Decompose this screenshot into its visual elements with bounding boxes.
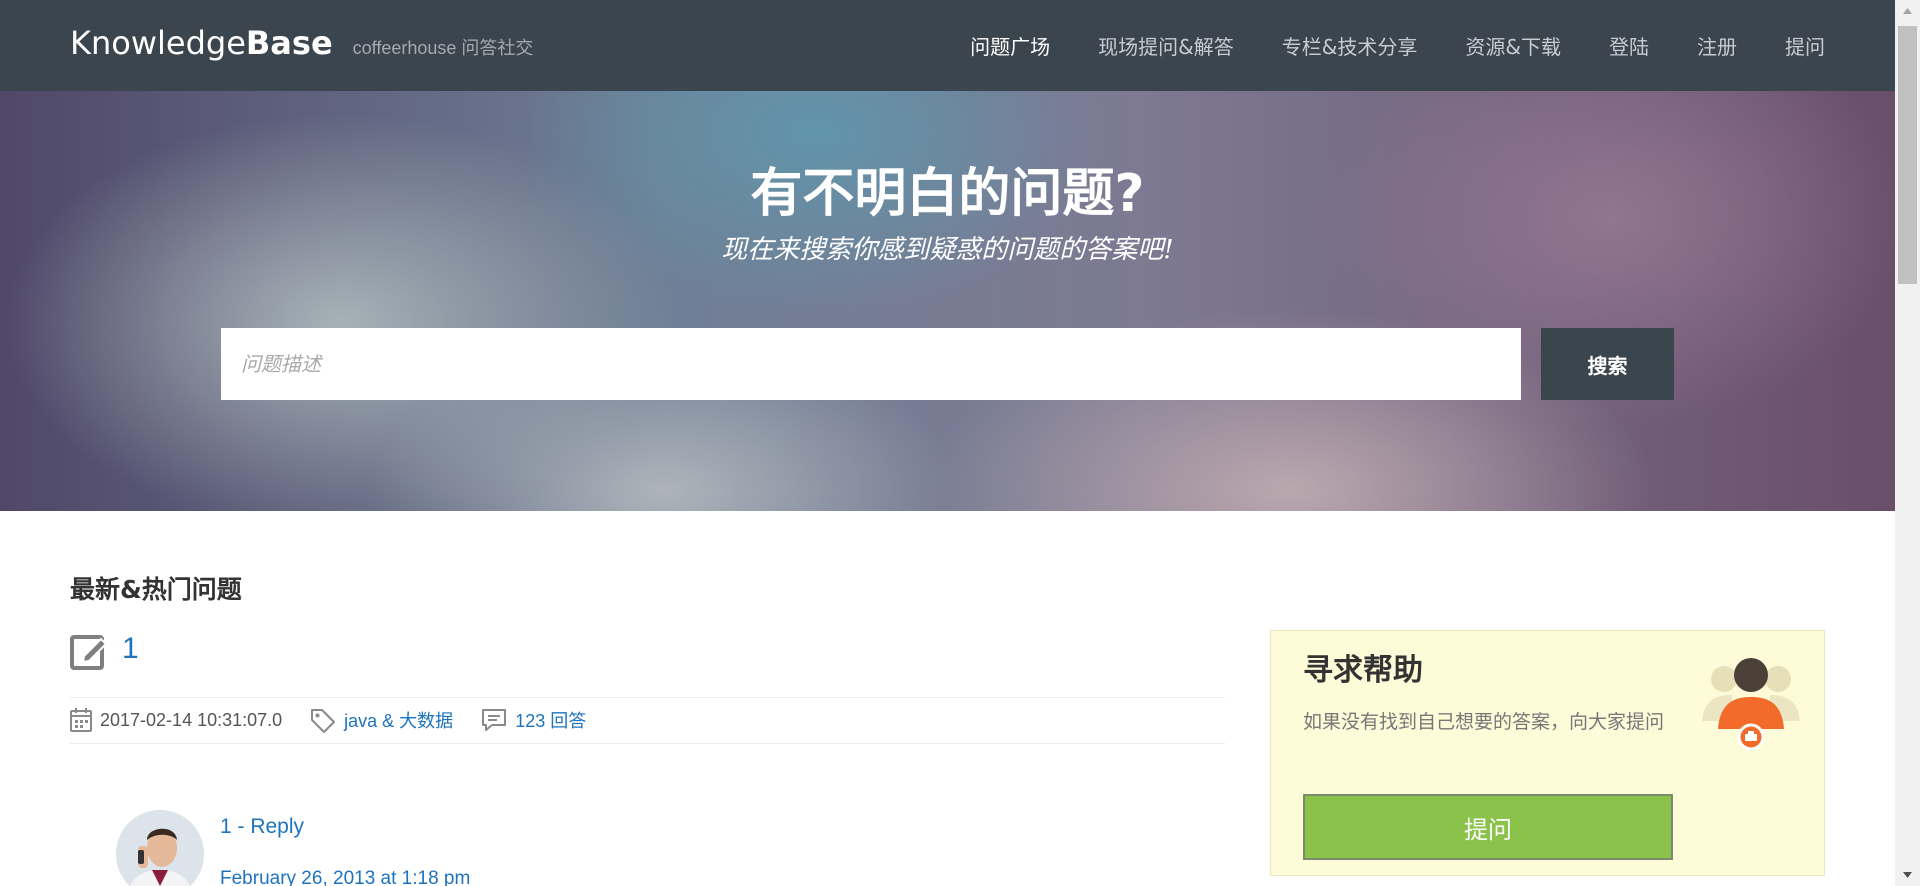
reply-author[interactable]: 1 - Reply bbox=[220, 815, 304, 839]
help-title: 寻求帮助 bbox=[1303, 653, 1423, 688]
hero-title: 有不明白的问题? bbox=[750, 164, 1145, 224]
divider bbox=[70, 743, 1225, 744]
nav-ask[interactable]: 提问 bbox=[1761, 31, 1825, 60]
user-photo-icon bbox=[116, 810, 204, 886]
scrollbar-thumb[interactable] bbox=[1898, 26, 1917, 284]
reply-date[interactable]: February 26, 2013 at 1:18 pm bbox=[220, 868, 470, 886]
nav-question-square[interactable]: 问题广场 bbox=[946, 31, 1074, 60]
question-date: 2017-02-14 10:31:07.0 bbox=[70, 708, 282, 732]
nav-login[interactable]: 登陆 bbox=[1585, 31, 1673, 60]
comment-icon bbox=[482, 709, 507, 731]
question-meta: 2017-02-14 10:31:07.0 java & 大数据 123 回答 bbox=[70, 706, 614, 734]
scroll-down-arrow-icon[interactable] bbox=[1895, 864, 1920, 886]
divider bbox=[70, 697, 1225, 698]
nav-columns-tech[interactable]: 专栏&技术分享 bbox=[1258, 31, 1442, 60]
help-description: 如果没有找到自己想要的答案，向大家提问 bbox=[1303, 711, 1665, 733]
page-scrollbar[interactable] bbox=[1895, 0, 1920, 886]
question-title[interactable]: 1 bbox=[122, 632, 139, 666]
brand-name: KnowledgeBase bbox=[70, 24, 333, 62]
nav-register[interactable]: 注册 bbox=[1673, 31, 1761, 60]
nav-live-qa[interactable]: 现场提问&解答 bbox=[1074, 31, 1258, 60]
ask-question-button[interactable]: 提问 bbox=[1303, 794, 1673, 860]
support-people-icon bbox=[1702, 658, 1800, 751]
section-title: 最新&热门问题 bbox=[70, 575, 242, 604]
question-answers: 123 回答 bbox=[481, 707, 586, 733]
question-tags: java & 大数据 bbox=[310, 707, 453, 733]
avatar bbox=[116, 810, 204, 886]
main-nav: 问题广场 现场提问&解答 专栏&技术分享 资源&下载 登陆 注册 提问 bbox=[946, 0, 1825, 91]
hero-subtitle: 现在来搜索你感到疑惑的问题的答案吧! bbox=[721, 235, 1174, 265]
calendar-icon bbox=[70, 708, 92, 732]
answers-link[interactable]: 123 回答 bbox=[515, 707, 586, 733]
search-input[interactable] bbox=[221, 328, 1521, 400]
search-button[interactable]: 搜索 bbox=[1541, 328, 1674, 400]
hero-banner: 有不明白的问题? 现在来搜索你感到疑惑的问题的答案吧! 搜索 bbox=[0, 91, 1895, 511]
edit-icon bbox=[70, 635, 108, 670]
tag-icon bbox=[311, 709, 336, 733]
help-widget: 寻求帮助 如果没有找到自己想要的答案，向大家提问 提问 bbox=[1270, 630, 1825, 876]
top-navbar: KnowledgeBase coffeerhouse 问答社交 问题广场 现场提… bbox=[0, 0, 1895, 91]
site-tagline: coffeerhouse 问答社交 bbox=[352, 38, 534, 58]
nav-resources[interactable]: 资源&下载 bbox=[1441, 31, 1585, 60]
tag-link[interactable]: java & 大数据 bbox=[344, 707, 453, 733]
site-logo[interactable]: KnowledgeBase coffeerhouse 问答社交 bbox=[70, 24, 533, 68]
scroll-up-arrow-icon[interactable] bbox=[1895, 0, 1920, 22]
